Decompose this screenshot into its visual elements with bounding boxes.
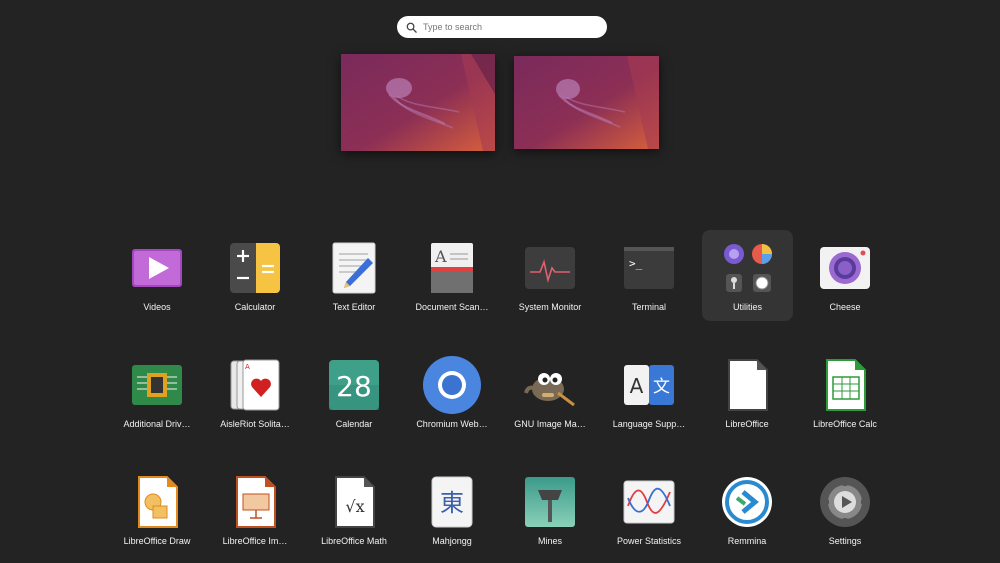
svg-text:>_: >_	[629, 257, 643, 270]
system-monitor-icon	[524, 242, 576, 294]
utilities-folder-icon	[722, 242, 774, 294]
power-statistics-icon	[623, 476, 675, 528]
language-support-icon: A 文	[623, 359, 675, 411]
aisleriot-solitaire-icon: A	[229, 359, 281, 411]
math-glyph: √x	[345, 497, 364, 516]
app-chromium[interactable]: Chromium Web…	[404, 349, 500, 441]
text-editor-icon	[328, 242, 380, 294]
app-label: Utilities	[732, 302, 762, 312]
app-terminal[interactable]: >_ Terminal	[601, 232, 697, 324]
language-glyph-cjk: 文	[653, 377, 670, 397]
wallpaper-jellyfish	[514, 56, 659, 149]
wallpaper-jellyfish	[341, 54, 495, 151]
language-glyph-latin: A	[630, 374, 644, 398]
search-icon	[406, 22, 417, 33]
app-libreoffice-calc[interactable]: LibreOffice Calc	[797, 349, 893, 441]
app-libreoffice-draw[interactable]: LibreOffice Draw	[109, 466, 205, 558]
app-label: Text Editor	[332, 302, 376, 312]
app-label: Settings	[828, 536, 862, 546]
app-mines[interactable]: Mines	[502, 466, 598, 558]
app-power-statistics[interactable]: Power Statistics	[601, 466, 697, 558]
app-system-monitor[interactable]: System Monitor	[502, 232, 598, 324]
mines-icon	[524, 476, 576, 528]
cheese-icon	[819, 242, 871, 294]
app-libreoffice-impress[interactable]: LibreOffice Im…	[207, 466, 303, 558]
calculator-icon	[229, 242, 281, 294]
app-label: Cheese	[829, 302, 861, 312]
app-label: Remmina	[727, 536, 767, 546]
app-label: GNU Image Ma…	[514, 419, 586, 429]
document-scanner-icon: A	[426, 242, 478, 294]
libreoffice-impress-icon	[229, 476, 281, 528]
app-utilities-folder[interactable]: Utilities	[702, 230, 793, 321]
app-additional-drivers[interactable]: Additional Driv…	[109, 349, 205, 441]
terminal-icon: >_	[623, 242, 675, 294]
app-label: Language Supp…	[612, 419, 686, 429]
calendar-day: 28	[336, 370, 372, 403]
app-label: Calculator	[234, 302, 276, 312]
search-input[interactable]	[423, 22, 593, 32]
libreoffice-calc-icon	[819, 359, 871, 411]
app-aisleriot-solitaire[interactable]: A AisleRiot Solita…	[207, 349, 303, 441]
app-calendar[interactable]: 28 Calendar	[306, 349, 402, 441]
svg-text:A: A	[434, 247, 447, 266]
app-label: System Monitor	[518, 302, 582, 312]
app-language-support[interactable]: A 文 Language Supp…	[601, 349, 697, 441]
gimp-icon	[524, 359, 576, 411]
app-mahjongg[interactable]: 東 Mahjongg	[404, 466, 500, 558]
app-label: Mahjongg	[432, 536, 472, 546]
app-label: Document Scan…	[415, 302, 489, 312]
app-label: Videos	[143, 302, 171, 312]
workspace-thumbnail-1[interactable]	[341, 54, 495, 151]
app-label: LibreOffice Calc	[813, 419, 877, 429]
workspace-thumbnail-2[interactable]	[514, 56, 659, 149]
libreoffice-icon	[721, 359, 773, 411]
app-label: LibreOffice Im…	[222, 536, 288, 546]
app-libreoffice-math[interactable]: √x LibreOffice Math	[306, 466, 402, 558]
chromium-icon	[422, 355, 482, 415]
app-label: Additional Driv…	[123, 419, 191, 429]
app-label: Chromium Web…	[416, 419, 488, 429]
settings-icon	[819, 476, 871, 528]
app-document-scanner[interactable]: A Document Scan…	[404, 232, 500, 324]
remmina-icon	[721, 476, 773, 528]
app-text-editor[interactable]: Text Editor	[306, 232, 402, 324]
app-videos[interactable]: Videos	[109, 232, 205, 324]
app-label: Terminal	[631, 302, 666, 312]
app-label: LibreOffice Draw	[123, 536, 191, 546]
app-label: LibreOffice	[725, 419, 769, 429]
calendar-icon: 28	[328, 359, 380, 411]
svg-text:A: A	[245, 363, 250, 371]
app-calculator[interactable]: Calculator	[207, 232, 303, 324]
mahjongg-glyph: 東	[440, 489, 464, 517]
search-bar[interactable]	[397, 16, 607, 38]
app-label: Calendar	[335, 419, 373, 429]
app-label: Power Statistics	[616, 536, 682, 546]
app-libreoffice[interactable]: LibreOffice	[699, 349, 795, 441]
app-label: Mines	[537, 536, 562, 546]
app-gimp[interactable]: GNU Image Ma…	[502, 349, 598, 441]
app-settings[interactable]: Settings	[797, 466, 893, 558]
mahjongg-icon: 東	[426, 476, 478, 528]
videos-icon	[131, 242, 183, 294]
app-remmina[interactable]: Remmina	[699, 466, 795, 558]
additional-drivers-icon	[131, 359, 183, 411]
app-cheese[interactable]: Cheese	[797, 232, 893, 324]
libreoffice-draw-icon	[131, 476, 183, 528]
libreoffice-math-icon: √x	[328, 476, 380, 528]
app-label: LibreOffice Math	[321, 536, 387, 546]
app-label: AisleRiot Solita…	[220, 419, 290, 429]
